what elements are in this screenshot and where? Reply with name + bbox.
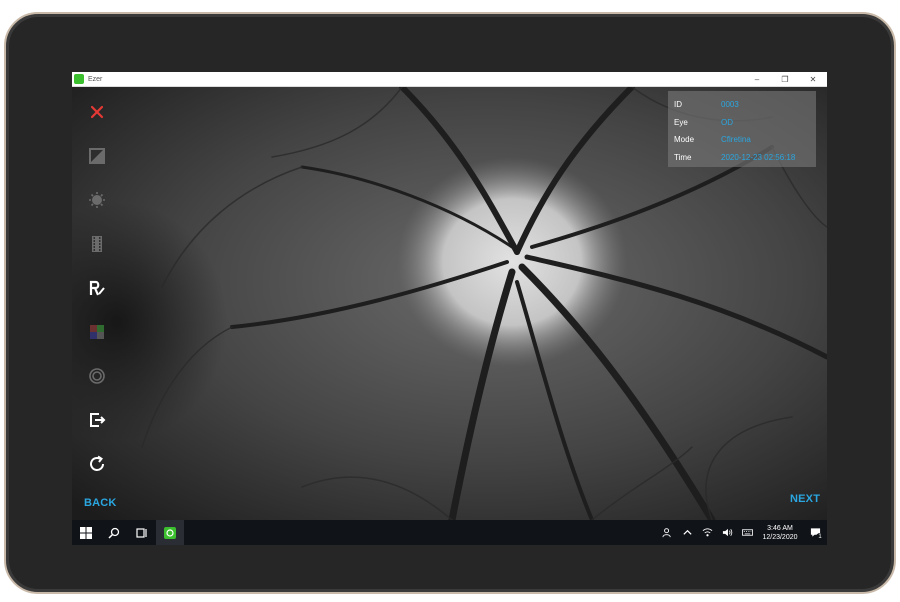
keyboard-icon	[741, 529, 753, 536]
annotate-button[interactable]	[82, 273, 112, 303]
minimize-button[interactable]: –	[743, 72, 771, 87]
window-close-button[interactable]: ✕	[799, 72, 827, 87]
close-icon	[90, 105, 104, 119]
refresh-icon	[90, 455, 104, 471]
info-row-eye: Eye OD	[674, 114, 810, 132]
people-button[interactable]	[657, 520, 677, 545]
touch-keyboard-button[interactable]	[737, 520, 757, 545]
close-button[interactable]	[82, 97, 112, 127]
image-info-panel: ID 0003 Eye OD Mode Cflretina Time 2020-…	[668, 91, 816, 167]
contrast-icon	[89, 148, 105, 164]
ezer-taskbar-button[interactable]	[156, 520, 184, 545]
search-button[interactable]	[100, 520, 128, 545]
info-row-mode: Mode Cflretina	[674, 131, 810, 149]
back-button[interactable]: BACK	[84, 497, 117, 509]
volume-button[interactable]	[717, 520, 737, 545]
clock-time: 3:46 AM	[767, 524, 793, 532]
window-titlebar: Ezer – ❐ ✕	[72, 72, 827, 87]
target-ring-icon	[89, 368, 105, 384]
window-title: Ezer	[88, 75, 103, 83]
film-strip-icon	[92, 236, 102, 252]
clock-date: 12/23/2020	[762, 533, 798, 541]
brightness-icon	[89, 192, 105, 208]
info-value: OD	[721, 117, 733, 127]
color-channel-icon	[90, 325, 104, 339]
info-label: Eye	[674, 117, 688, 127]
system-tray: 3:46 AM 12/23/2020 1	[657, 520, 827, 545]
brightness-button[interactable]	[82, 185, 112, 215]
network-button[interactable]	[697, 520, 717, 545]
ezer-app-icon	[74, 74, 84, 84]
window-controls: – ❐ ✕	[743, 72, 827, 87]
chevron-up-icon	[682, 529, 692, 535]
color-channel-button[interactable]	[82, 317, 112, 347]
taskbar: 3:46 AM 12/23/2020 1	[72, 520, 827, 545]
info-value: 0003	[721, 100, 739, 110]
screen: Ezer – ❐ ✕ BACK NEXT ID 0003 Eye OD Mode…	[72, 72, 827, 545]
next-button[interactable]: NEXT	[790, 493, 820, 505]
show-hidden-icons-button[interactable]	[677, 520, 697, 545]
info-row-id: ID 0003	[674, 96, 810, 114]
contrast-button[interactable]	[82, 141, 112, 171]
task-view-icon	[136, 527, 147, 538]
taskbar-clock[interactable]: 3:46 AM 12/23/2020	[757, 524, 803, 542]
refresh-button[interactable]	[82, 449, 112, 479]
info-label: Mode	[674, 135, 695, 145]
ezer-app-icon	[164, 526, 176, 539]
task-view-button[interactable]	[128, 520, 156, 545]
annotate-icon	[89, 280, 105, 296]
volume-icon	[722, 528, 732, 537]
notification-count: 1	[816, 533, 824, 541]
people-icon	[661, 528, 671, 538]
network-icon	[702, 528, 712, 537]
film-strip-button[interactable]	[82, 229, 112, 259]
maximize-button[interactable]: ❐	[771, 72, 799, 87]
info-label: ID	[674, 100, 682, 110]
target-ring-button[interactable]	[82, 361, 112, 391]
search-icon	[108, 527, 120, 539]
info-value: Cflretina	[721, 135, 751, 145]
export-icon	[90, 413, 106, 427]
export-button[interactable]	[82, 405, 112, 435]
tool-sidebar	[72, 87, 122, 520]
info-value: 2020-12-23 02:56:18	[721, 152, 796, 162]
info-label: Time	[674, 152, 692, 162]
action-center-button[interactable]: 1	[803, 520, 827, 545]
start-button[interactable]	[72, 520, 100, 545]
info-row-time: Time 2020-12-23 02:56:18	[674, 149, 810, 167]
app-area: BACK NEXT ID 0003 Eye OD Mode Cflretina …	[72, 87, 827, 520]
windows-start-icon	[80, 526, 92, 539]
